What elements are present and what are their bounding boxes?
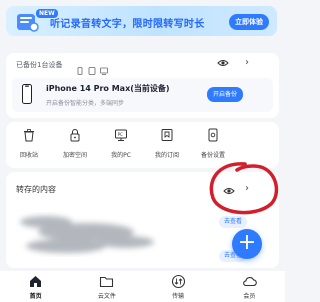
phone-icon xyxy=(76,60,84,75)
add-fab-button[interactable]: + xyxy=(232,229,262,259)
home-icon xyxy=(30,276,42,287)
tool-recycle-bin[interactable]: 回收站 xyxy=(6,128,52,159)
tab-label: 云文件 xyxy=(97,293,116,300)
backup-card: 已备份1台设备 › iPhone 14 Pro Max(当前设备) 开启备份智能… xyxy=(6,53,279,118)
current-device-row[interactable]: iPhone 14 Pro Max(当前设备) 开启备份智能分类，多端同步 开启… xyxy=(12,78,273,112)
tab-label: 传输 xyxy=(172,293,185,300)
tool-label: 备份设置 xyxy=(200,152,225,159)
tab-transfer[interactable]: 传输 xyxy=(153,271,203,302)
tool-encrypted-space[interactable]: 加密空间 xyxy=(52,128,98,159)
try-now-button[interactable]: 立即体验 xyxy=(229,14,269,30)
eye-icon[interactable] xyxy=(217,58,229,68)
eye-icon[interactable] xyxy=(223,186,235,196)
bookmark-icon xyxy=(161,129,173,141)
pc-icon: PC xyxy=(115,129,127,141)
tool-label: 我的PC xyxy=(111,152,131,159)
tab-label: 会员 xyxy=(243,293,256,300)
computer-icon xyxy=(100,60,108,75)
chevron-right-icon[interactable]: › xyxy=(245,57,249,68)
redacted-content-image xyxy=(20,216,154,253)
view-button[interactable]: 去查看 xyxy=(218,216,247,228)
folder-icon xyxy=(100,276,114,288)
promo-banner[interactable]: NEW 听记录音转文字，限时限转写时长 立即体验 xyxy=(6,6,277,36)
backup-status-text: 已备份1台设备 xyxy=(16,61,63,69)
tool-backup-settings[interactable]: 备份设置 xyxy=(190,128,236,159)
device-name: iPhone 14 Pro Max(当前设备) xyxy=(46,84,170,93)
device-type-icons xyxy=(76,60,108,75)
tab-cloud-files[interactable]: 云文件 xyxy=(82,271,132,302)
bottom-tab-bar: 首页 云文件 传输 会员 xyxy=(0,271,285,302)
tool-label: 我的订阅 xyxy=(154,152,179,159)
iphone-icon xyxy=(22,84,32,104)
tab-home[interactable]: 首页 xyxy=(11,271,61,302)
tablet-icon xyxy=(88,60,96,75)
device-subtitle: 开启备份智能分类，多端同步 xyxy=(46,100,125,107)
trash-icon xyxy=(24,129,34,142)
chevron-right-icon[interactable]: › xyxy=(245,183,249,194)
tools-row: 回收站 加密空间 PC 我的PC 我的订阅 备份设置 xyxy=(6,128,279,159)
banner-text: 听记录音转文字，限时限转写时长 xyxy=(50,19,205,30)
backup-settings-icon xyxy=(208,128,218,142)
start-backup-button[interactable]: 开启备份 xyxy=(206,87,243,102)
tool-my-subscriptions[interactable]: 我的订阅 xyxy=(144,128,190,159)
tool-label: 回收站 xyxy=(19,152,38,159)
transfer-icon xyxy=(171,274,185,289)
tab-membership[interactable]: 会员 xyxy=(224,271,274,302)
tool-label: 加密空间 xyxy=(62,152,87,159)
tools-card: 回收站 加密空间 PC 我的PC 我的订阅 备份设置 xyxy=(6,122,279,168)
lock-icon xyxy=(70,129,80,142)
cloud-icon xyxy=(242,276,257,287)
tool-my-pc[interactable]: PC 我的PC xyxy=(98,128,144,159)
saved-content-title: 转存的内容 xyxy=(16,185,56,194)
tab-label: 首页 xyxy=(29,293,42,300)
svg-text:PC: PC xyxy=(118,132,123,137)
